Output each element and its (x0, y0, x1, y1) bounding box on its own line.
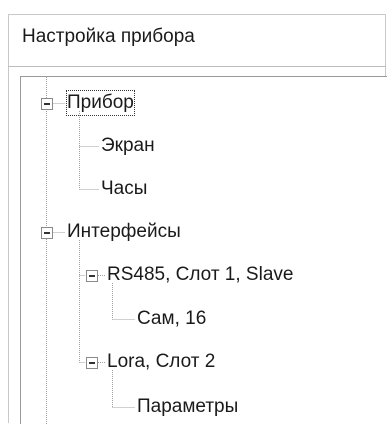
title-separator (8, 66, 386, 67)
tree-node-interfaces[interactable]: Интерфейсы (65, 218, 183, 246)
device-settings-window: Настройка прибора Прибор Экран Часы Инте… (0, 0, 391, 424)
tree-node-chasy[interactable]: Часы (99, 175, 149, 203)
tree-node-lora[interactable]: Lora, Слот 2 (105, 348, 217, 376)
collapse-toggle-interfaces[interactable] (41, 227, 53, 239)
collapse-toggle-lora[interactable] (86, 357, 98, 369)
tree-node-rs485[interactable]: RS485, Слот 1, Slave (105, 261, 295, 289)
device-tree[interactable]: Прибор Экран Часы Интерфейсы RS485, Слот… (20, 76, 387, 424)
tree-node-parametry[interactable]: Параметры (135, 393, 240, 421)
tree-node-sam16[interactable]: Сам, 16 (135, 305, 208, 333)
tree-node-ekran[interactable]: Экран (99, 132, 157, 160)
panel-title: Настройка прибора (22, 26, 195, 47)
collapse-toggle-pribor[interactable] (41, 98, 53, 110)
collapse-toggle-rs485[interactable] (86, 270, 98, 282)
tree-node-pribor[interactable]: Прибор (65, 89, 136, 117)
